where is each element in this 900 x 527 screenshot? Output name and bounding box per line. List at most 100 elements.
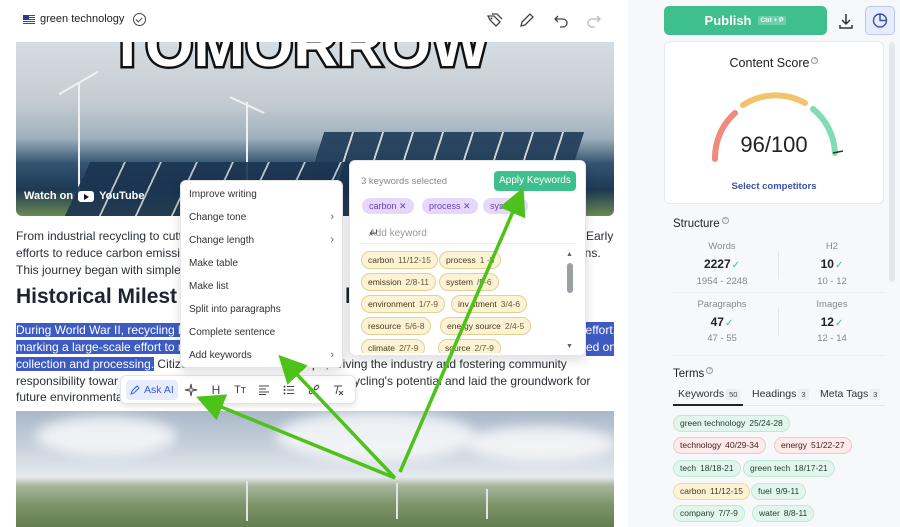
ask-ai-label: Ask AI: [144, 384, 174, 396]
publish-shortcut: Ctrl + P: [757, 16, 787, 25]
menu-item-split-paragraphs[interactable]: Split into paragraphs: [181, 298, 342, 321]
section-heading[interactable]: Historical Milest l: [16, 285, 351, 309]
term-chip[interactable]: carbon 11/12-15: [673, 483, 750, 500]
gauge-segment-yellow: [740, 92, 808, 108]
help-icon[interactable]: ?: [811, 56, 819, 64]
analytics-toggle-button[interactable]: [865, 6, 895, 35]
publish-button[interactable]: Publish Ctrl + P: [664, 6, 827, 35]
keyword-name: environment: [368, 299, 415, 309]
menu-item-complete-sentence[interactable]: Complete sentence: [181, 321, 342, 344]
keyword-chip[interactable]: emission 2/8-11: [361, 273, 437, 291]
keyword-chip[interactable]: source 2/7-9: [438, 339, 501, 353]
text-size-icon[interactable]: Tт: [231, 381, 249, 399]
menu-item-add-keywords[interactable]: Add keywords ›: [181, 344, 342, 367]
term-chip[interactable]: green tech 18/17-21: [743, 460, 835, 477]
tags-icon[interactable]: [486, 11, 504, 29]
turbine-tower: [396, 483, 398, 519]
check-icon: ✓: [731, 260, 741, 271]
scroll-up-icon[interactable]: ▲: [566, 251, 573, 258]
menu-item-improve-writing[interactable]: Improve writing: [181, 183, 342, 206]
stat-number: 2227: [703, 257, 731, 271]
term-chip[interactable]: technology 40/29-34: [673, 437, 766, 454]
keyword-chip[interactable]: inv stment 3/4-6: [451, 295, 528, 313]
menu-item-label: Make table: [189, 258, 238, 269]
keyword-range: 3/4-6: [500, 299, 521, 309]
scroll-thumb[interactable]: [567, 263, 573, 293]
selected-keyword-chip[interactable]: process ✕: [422, 198, 478, 214]
undo-icon[interactable]: [552, 11, 570, 29]
selected-keyword-chip[interactable]: carbon ✕: [362, 198, 414, 214]
clear-format-icon[interactable]: [329, 381, 347, 399]
help-icon[interactable]: ?: [706, 367, 714, 374]
keyword-chip[interactable]: system/5-6: [439, 273, 499, 291]
keyword-chip[interactable]: climate 2/7-9: [361, 339, 426, 353]
ask-ai-button[interactable]: Ask AI: [126, 380, 178, 400]
term-name: tech: [680, 463, 697, 473]
keyword-chip[interactable]: carbon 11/12-15: [361, 251, 438, 269]
enter-key-icon[interactable]: ↵: [369, 226, 570, 240]
term-chip[interactable]: green technology 25/24-28: [673, 415, 790, 432]
term-chip[interactable]: tech 18/18-21: [673, 460, 741, 477]
tab-badge: 3: [870, 389, 881, 400]
menu-item-label: Change tone: [189, 212, 247, 223]
apply-keywords-button[interactable]: Apply Keywords: [494, 171, 576, 191]
term-chip[interactable]: energy 51/22-27: [774, 437, 852, 454]
check-circle-icon[interactable]: [133, 13, 146, 26]
tab-keywords[interactable]: Keywords 50: [678, 388, 741, 400]
youtube-label: YouTube: [99, 190, 145, 202]
stat-value-paragraphs: 47✓: [672, 315, 772, 329]
structure-title-text: Structure: [673, 217, 720, 230]
stat-range-images: 12 - 14: [817, 333, 847, 344]
pie-chart-icon: [872, 13, 888, 28]
menu-item-make-table[interactable]: Make table: [181, 252, 342, 275]
align-left-icon[interactable]: [255, 381, 273, 399]
keyword-chip[interactable]: resource 5/6-8: [361, 317, 432, 335]
menu-item-label: Make list: [189, 281, 229, 292]
bullet-list-icon[interactable]: [280, 381, 298, 399]
selected-keyword-chip[interactable]: syste ✕: [483, 198, 529, 214]
stat-label-words: Words: [708, 241, 736, 252]
stat-number: 10: [820, 257, 834, 271]
heading-text: Historical Milest: [16, 285, 178, 308]
help-icon[interactable]: ?: [721, 217, 729, 224]
format-toolbar: Ask AI H Tт: [120, 375, 356, 404]
menu-item-label: Split into paragraphs: [189, 304, 281, 315]
redo-icon[interactable]: [585, 11, 603, 29]
keyword-chip[interactable]: environment 1/7-9: [361, 295, 446, 313]
heading-icon[interactable]: H: [207, 381, 225, 399]
cloud: [36, 416, 176, 456]
select-competitors-link[interactable]: Select competitors: [665, 181, 883, 192]
keyword-range: 5/6-8: [405, 321, 425, 331]
youtube-link[interactable]: Watch on YouTube: [24, 190, 145, 202]
link-icon[interactable]: [305, 381, 323, 399]
menu-item-label: Improve writing: [189, 189, 257, 200]
keyword-name: process: [446, 255, 476, 265]
add-keyword-input[interactable]: Add keyword ↵: [361, 222, 576, 244]
term-chip[interactable]: fuel 9/9-11: [751, 483, 807, 500]
selected-line: During World War II, recycling be: [16, 323, 192, 337]
term-name: technology: [680, 440, 722, 450]
keyword-range: /5-6: [476, 277, 492, 287]
menu-item-make-list[interactable]: Make list: [181, 275, 342, 298]
turbine-tower: [486, 489, 488, 519]
chevron-right-icon: ›: [330, 234, 334, 246]
keyword-chip[interactable]: energy source 2/4-5: [440, 317, 532, 335]
keyword-list-scrollbar[interactable]: ▲ ▼: [566, 251, 574, 353]
menu-item-change-tone[interactable]: Change tone ›: [181, 206, 342, 229]
menu-item-change-length[interactable]: Change length ›: [181, 229, 342, 252]
keyword-name: carbon: [368, 255, 394, 265]
stat-value-h2: 10✓: [782, 257, 882, 271]
tab-meta-tags[interactable]: Meta Tags 3: [820, 388, 881, 400]
sparkle-ai-icon[interactable]: [182, 381, 200, 399]
tab-headings[interactable]: Headings 3: [752, 388, 809, 400]
term-range: 8/8-11: [783, 508, 808, 518]
term-chip[interactable]: water 8/8-11: [752, 505, 815, 522]
keyword-chip[interactable]: process 1 -5: [439, 251, 502, 269]
download-icon[interactable]: [834, 9, 858, 33]
scroll-down-icon[interactable]: ▼: [566, 343, 573, 350]
keyword-name: energy source: [447, 321, 501, 331]
pencil-icon[interactable]: [518, 11, 536, 29]
chevron-right-icon: ›: [330, 211, 334, 223]
sidebar-scrollbar[interactable]: [889, 42, 895, 282]
term-chip[interactable]: company 7/7-9: [673, 505, 745, 522]
